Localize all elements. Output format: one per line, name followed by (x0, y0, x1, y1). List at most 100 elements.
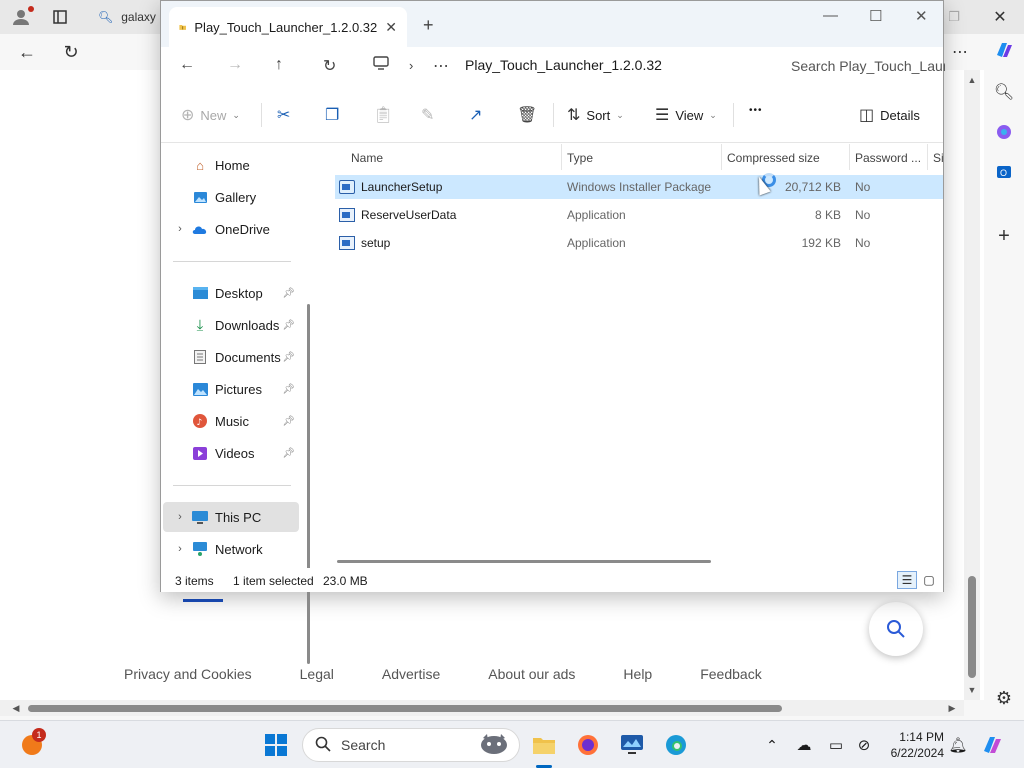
nav-item-onedrive[interactable]: › OneDrive (163, 214, 299, 244)
delete-button[interactable]: 🗑︎ (517, 105, 537, 125)
monitor-app-icon[interactable] (618, 731, 646, 759)
back-icon[interactable]: ← (179, 56, 195, 74)
application-icon (339, 236, 355, 250)
browser-close-icon[interactable]: ✕ (986, 6, 1014, 28)
column-divider[interactable] (849, 144, 850, 170)
onedrive-offline-icon[interactable]: ☁ (790, 731, 818, 759)
forward-icon[interactable]: → (227, 56, 243, 74)
file-list-scrollbar[interactable] (337, 560, 711, 563)
footer-link-privacy[interactable]: Privacy and Cookies (124, 666, 252, 682)
up-icon[interactable]: ↑ (275, 56, 283, 74)
view-button[interactable]: ☰ View ⌄ (655, 105, 717, 125)
paste-button[interactable]: 📋︎ (373, 105, 393, 125)
table-row[interactable]: ReserveUserData Application 8 KB No (335, 203, 943, 227)
copilot-taskbar-icon[interactable] (978, 731, 1006, 759)
nav-item-home[interactable]: ⌂ Home (163, 150, 299, 180)
column-header-size[interactable]: Si (933, 148, 943, 168)
floating-search-button[interactable] (869, 602, 923, 656)
share-button[interactable]: ↗ (469, 105, 482, 125)
close-icon[interactable]: ✕ (915, 7, 928, 25)
nav-item-documents[interactable]: Documents 📌︎ (163, 342, 299, 372)
nav-item-music[interactable]: ♪ Music 📌︎ (163, 406, 299, 436)
details-view-icon[interactable]: ☰ (897, 571, 917, 589)
bell-icon[interactable]: 🔔︎ (944, 731, 972, 759)
clock[interactable]: 1:14 PM 6/22/2024 (880, 729, 944, 761)
nav-item-desktop[interactable]: Desktop 📌︎ (163, 278, 299, 308)
minimize-icon[interactable]: — (823, 7, 838, 24)
horizontal-scroll-thumb[interactable] (28, 705, 782, 712)
new-button[interactable]: ⊕ New ⌄ (181, 105, 240, 125)
table-row[interactable]: setup Application 192 KB No (335, 231, 943, 255)
scroll-left-icon[interactable]: ◀ (8, 700, 24, 716)
column-header-password[interactable]: Password ... (855, 148, 921, 168)
copy-button[interactable]: ❐ (325, 105, 339, 125)
footer-link-feedback[interactable]: Feedback (700, 666, 761, 682)
footer-links: Privacy and Cookies Legal Advertise Abou… (124, 666, 762, 682)
start-icon[interactable] (262, 731, 290, 759)
sort-button[interactable]: ⇅ Sort ⌄ (567, 105, 624, 125)
column-divider[interactable] (927, 144, 928, 170)
table-row[interactable]: LauncherSetup Windows Installer Package … (335, 175, 943, 199)
chevron-right-icon[interactable]: › (169, 543, 191, 555)
breadcrumb[interactable]: Play_Touch_Launcher_1.2.0.32 (465, 57, 662, 73)
search-input[interactable]: Search Play_Touch_Launc (781, 51, 945, 81)
column-divider[interactable] (721, 144, 722, 170)
clock-date: 6/22/2024 (890, 746, 944, 760)
column-divider[interactable] (561, 144, 562, 170)
add-sidebar-icon[interactable]: + (990, 222, 1018, 250)
chevron-right-icon[interactable]: › (169, 511, 191, 523)
details-button[interactable]: ◫ Details (859, 105, 920, 125)
cut-button[interactable]: ✂ (277, 105, 290, 125)
footer-link-advertise[interactable]: Advertise (382, 666, 440, 682)
network-status-icon[interactable]: ⊘ (850, 731, 878, 759)
new-tab-icon[interactable]: + (423, 15, 434, 36)
nav-item-pictures[interactable]: Pictures 📌︎ (163, 374, 299, 404)
column-header-compressed-size[interactable]: Compressed size (727, 148, 820, 168)
vertical-scroll-thumb[interactable] (968, 576, 976, 678)
chevron-right-icon[interactable]: › (169, 223, 191, 235)
scroll-right-icon[interactable]: ▶ (944, 700, 960, 716)
more-icon[interactable]: ⋯ (946, 40, 974, 64)
browser-tab[interactable]: 🔍︎ galaxy (92, 4, 162, 30)
column-header-type[interactable]: Type (567, 148, 593, 168)
column-header-name[interactable]: Name (351, 148, 383, 168)
tab-close-icon[interactable]: ✕ (385, 19, 397, 36)
maximize-icon[interactable]: ☐ (869, 7, 882, 25)
copilot-icon[interactable] (990, 36, 1018, 64)
refresh-icon[interactable]: ↻ (58, 40, 84, 64)
footer-link-about-ads[interactable]: About our ads (488, 666, 575, 682)
collections-icon[interactable] (990, 118, 1018, 146)
edge-icon[interactable] (662, 731, 690, 759)
computer-icon[interactable] (373, 56, 389, 75)
scroll-down-icon[interactable]: ▼ (964, 682, 980, 698)
nav-item-this-pc[interactable]: › This PC (163, 502, 299, 532)
firefox-icon[interactable] (574, 731, 602, 759)
nav-item-gallery[interactable]: Gallery (163, 182, 299, 212)
chevron-up-icon[interactable]: ⌃ (758, 731, 786, 759)
nav-item-network[interactable]: › Network (163, 534, 299, 564)
selection-count: 1 item selected (233, 574, 314, 588)
more-paths-icon[interactable]: ⋯ (433, 56, 449, 76)
settings-icon[interactable]: ⚙ (990, 684, 1018, 712)
outlook-icon[interactable]: O (990, 158, 1018, 186)
sidebar-search-icon[interactable]: 🔍︎ (990, 78, 1018, 106)
tab-actions-icon[interactable] (48, 6, 72, 28)
restore-icon[interactable]: ❐ (940, 6, 968, 28)
nav-item-videos[interactable]: Videos 📌︎ (163, 438, 299, 468)
display-icon[interactable]: ▭ (822, 731, 850, 759)
file-type: Application (567, 236, 626, 250)
more-options-button[interactable]: ••• (749, 105, 763, 116)
back-icon[interactable]: ← (14, 40, 40, 64)
pictures-icon (191, 381, 209, 397)
explorer-tab[interactable]: Play_Touch_Launcher_1.2.0.32 ✕ (169, 7, 407, 47)
footer-link-legal[interactable]: Legal (300, 666, 334, 682)
scroll-up-icon[interactable]: ▲ (964, 72, 980, 88)
refresh-icon[interactable]: ↻ (323, 56, 336, 76)
file-explorer-taskbar-icon[interactable] (530, 731, 558, 759)
rename-button[interactable]: ✎ (421, 105, 434, 125)
nav-scrollbar[interactable] (307, 304, 310, 664)
footer-link-help[interactable]: Help (623, 666, 652, 682)
nav-item-downloads[interactable]: ⤓ Downloads 📌︎ (163, 310, 299, 340)
tiles-view-icon[interactable]: ▢ (919, 571, 939, 589)
taskbar-search[interactable]: Search (302, 728, 520, 762)
